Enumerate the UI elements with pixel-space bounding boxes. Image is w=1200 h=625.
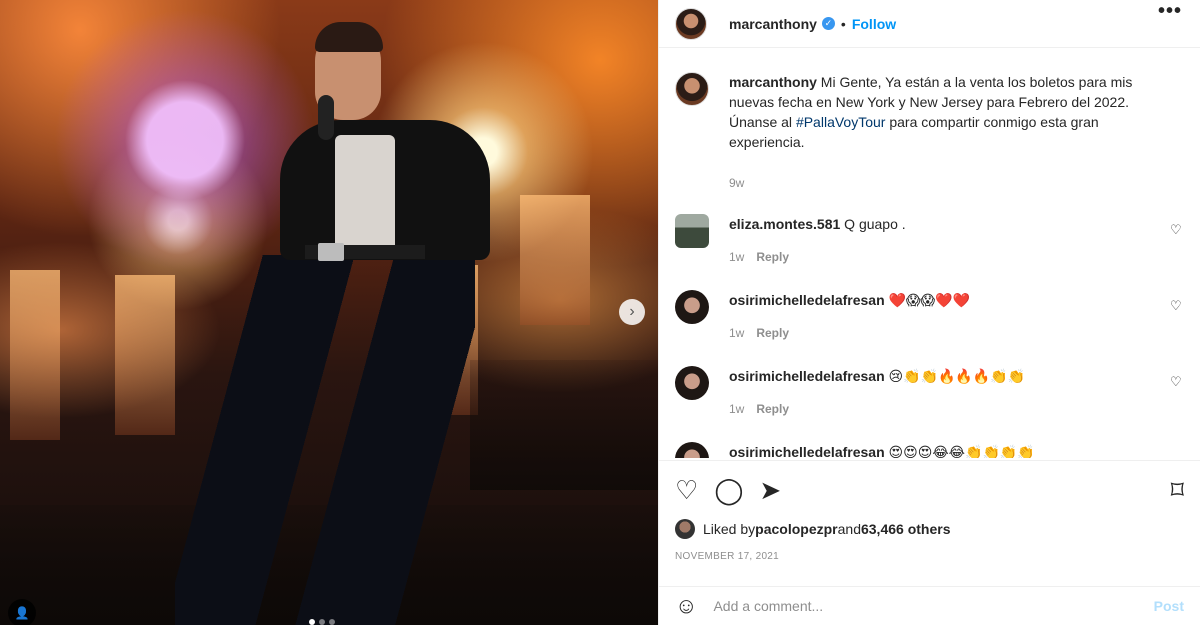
post-date[interactable]: NOVEMBER 17, 2021 bbox=[675, 551, 1184, 562]
heart-icon[interactable]: ♡ bbox=[675, 477, 698, 503]
band-area bbox=[470, 360, 658, 490]
reply-button[interactable]: Reply bbox=[756, 402, 789, 416]
carousel-dot-active bbox=[309, 619, 315, 625]
comment-time[interactable]: 1w bbox=[729, 326, 744, 340]
comment: osirimichelledelafresan 😢👏👏🔥🔥🔥👏👏 1w Reply… bbox=[675, 366, 1184, 416]
share-icon[interactable]: ➤ bbox=[759, 477, 781, 503]
chevron-right-icon: › bbox=[629, 303, 635, 320]
avatar[interactable] bbox=[675, 442, 709, 458]
comment-icon[interactable]: ◯ bbox=[714, 477, 743, 503]
avatar[interactable] bbox=[675, 366, 709, 400]
comment-text: 😢👏👏🔥🔥🔥👏👏 bbox=[884, 368, 1026, 384]
likes-middle: and bbox=[837, 521, 861, 537]
comment: osirimichelledelafresan ❤️😱😱❤️❤️ 1w Reply… bbox=[675, 290, 1184, 340]
hashtag-link[interactable]: #PallaVoyTour bbox=[796, 114, 886, 130]
avatar[interactable] bbox=[675, 290, 709, 324]
separator-dot: • bbox=[840, 15, 846, 32]
comment-text: Q guapo . bbox=[840, 216, 906, 232]
post-button[interactable]: Post bbox=[1154, 598, 1184, 614]
like-comment-icon[interactable]: ♡ bbox=[1170, 222, 1184, 237]
bookmark-icon[interactable]: ⌑ bbox=[1171, 477, 1184, 503]
reply-button[interactable]: Reply bbox=[756, 326, 789, 340]
reply-button[interactable]: Reply bbox=[756, 250, 789, 264]
user-icon: 👤 bbox=[14, 606, 30, 620]
like-comment-icon[interactable]: ♡ bbox=[1170, 374, 1184, 389]
likes-count-link[interactable]: 63,466 others bbox=[861, 521, 951, 537]
belt-buckle bbox=[318, 243, 344, 261]
header-username[interactable]: marcanthony bbox=[729, 16, 817, 32]
avatar[interactable] bbox=[675, 72, 709, 106]
likes-prefix: Liked by bbox=[703, 521, 756, 537]
stage-light-column bbox=[10, 270, 60, 440]
carousel-dot bbox=[319, 619, 325, 625]
comment-text: ❤️😱😱❤️❤️ bbox=[884, 292, 971, 308]
microphone bbox=[318, 95, 334, 140]
comment-username[interactable]: osirimichelledelafresan bbox=[729, 368, 885, 384]
add-comment-bar: ☺ Post bbox=[659, 586, 1200, 625]
tagged-users-button[interactable]: 👤 bbox=[8, 599, 36, 625]
carousel-indicator bbox=[309, 619, 335, 625]
verified-badge-icon: ✓ bbox=[821, 17, 835, 30]
post-header: marcanthony ✓ • Follow ••• bbox=[659, 0, 1200, 48]
caption: marcanthony Mi Gente, Ya están a la vent… bbox=[675, 72, 1184, 190]
singer-legs bbox=[175, 255, 475, 625]
emoji-icon[interactable]: ☺ bbox=[675, 593, 697, 619]
comment: osirimichelledelafresan 😍😍😍😂😂👏👏👏👏 bbox=[675, 442, 1184, 458]
comment: eliza.montes.581 Q guapo . 1w Reply ♡ bbox=[675, 214, 1184, 264]
avatar[interactable] bbox=[675, 7, 707, 40]
follow-button[interactable]: Follow bbox=[852, 16, 896, 32]
singer-hair bbox=[315, 22, 383, 52]
comments-list[interactable]: marcanthony Mi Gente, Ya están a la vent… bbox=[659, 48, 1200, 458]
avatar[interactable] bbox=[675, 214, 709, 248]
stage-light-column bbox=[115, 275, 175, 435]
caption-username[interactable]: marcanthony bbox=[729, 74, 817, 90]
comment-time[interactable]: 1w bbox=[729, 250, 744, 264]
comment-username[interactable]: osirimichelledelafresan bbox=[729, 444, 885, 458]
post-photo[interactable]: › 👤 bbox=[0, 0, 658, 625]
likes-summary: Liked by pacolopezpr and 63,466 others bbox=[675, 519, 1184, 539]
more-options-icon[interactable]: ••• bbox=[1158, 0, 1182, 23]
liked-by-user-link[interactable]: pacolopezpr bbox=[755, 521, 837, 537]
avatar[interactable] bbox=[675, 519, 695, 539]
comment-time[interactable]: 1w bbox=[729, 402, 744, 416]
comment-username[interactable]: eliza.montes.581 bbox=[729, 216, 840, 232]
like-comment-icon[interactable]: ♡ bbox=[1170, 298, 1184, 313]
next-photo-button[interactable]: › bbox=[619, 299, 645, 325]
post-details-panel: marcanthony ✓ • Follow ••• marcanthony M… bbox=[658, 0, 1200, 625]
stage-light-column bbox=[520, 195, 590, 325]
comment-text: 😍😍😍😂😂👏👏👏👏 bbox=[884, 444, 1035, 458]
singer-shirt bbox=[335, 135, 395, 255]
comment-input[interactable] bbox=[713, 598, 1154, 614]
post-actions: ♡ ◯ ➤ ⌑ Liked by pacolopezpr and 63,466 … bbox=[659, 460, 1200, 562]
comment-username[interactable]: osirimichelledelafresan bbox=[729, 292, 885, 308]
carousel-dot bbox=[329, 619, 335, 625]
caption-time[interactable]: 9w bbox=[729, 176, 744, 190]
